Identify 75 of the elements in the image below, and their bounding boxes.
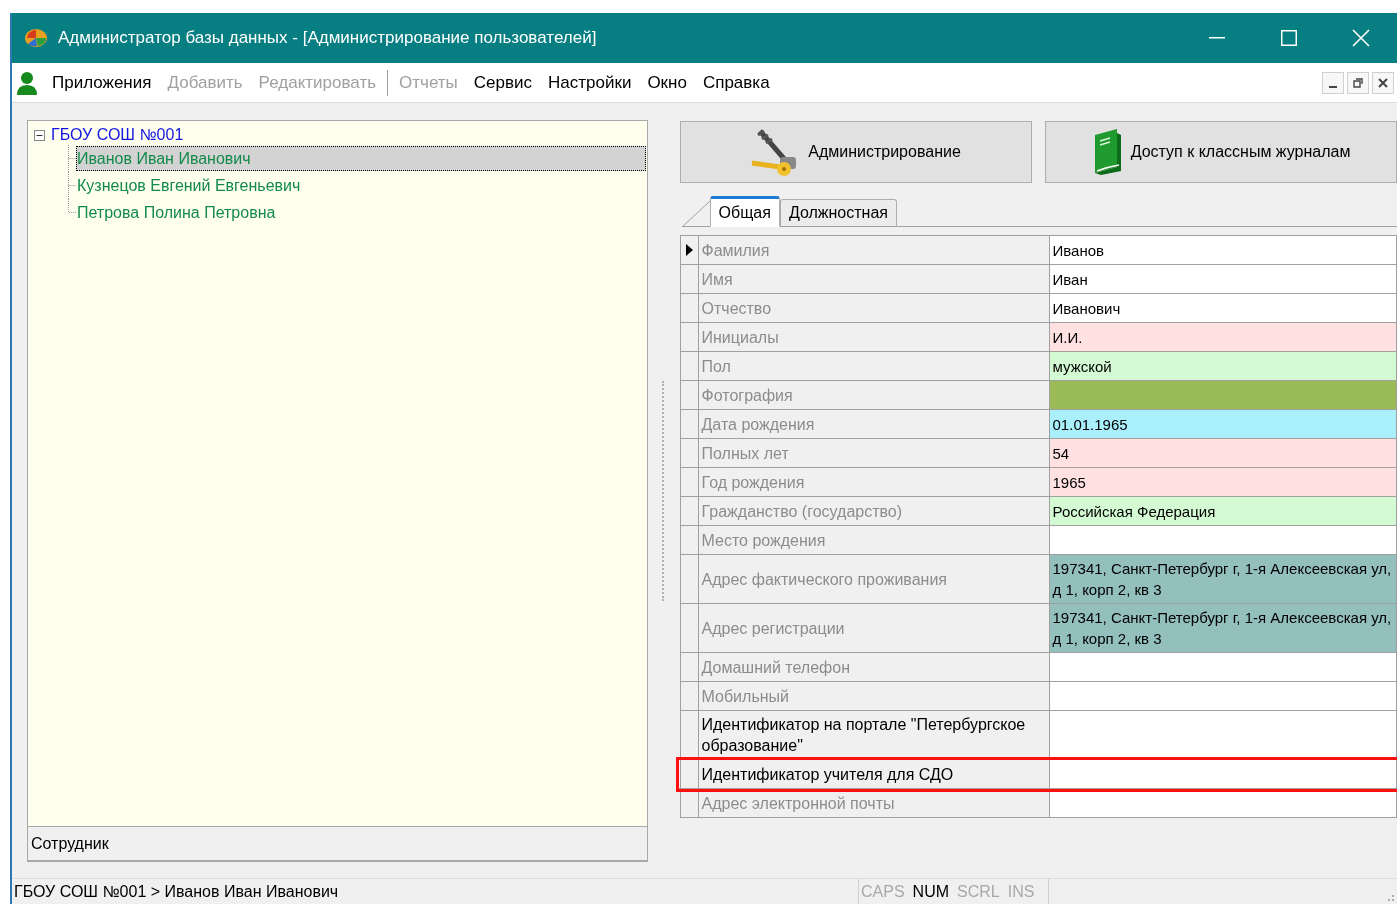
status-indicator: NUM xyxy=(912,881,949,902)
grid-row[interactable]: Идентификатор учителя для СДО xyxy=(678,760,1397,789)
tree-footer: Сотрудник xyxy=(28,826,647,862)
maximize-icon xyxy=(1281,30,1297,46)
menu-item[interactable]: Окно xyxy=(639,69,695,96)
tree-node[interactable]: Петрова Полина Петровна xyxy=(76,200,646,225)
property-value[interactable]: И.И. xyxy=(1049,323,1396,351)
property-label: Идентификатор учителя для СДО xyxy=(698,760,1050,788)
collapse-icon[interactable] xyxy=(34,129,45,141)
property-value[interactable]: 54 xyxy=(1049,439,1396,467)
grid-row[interactable]: Имя Иван xyxy=(680,265,1396,294)
property-value[interactable]: 197341, Санкт-Петербург г, 1-я Алексеевская ул, д 1, корп 2, кв 3 xyxy=(1049,604,1396,652)
grid-row[interactable]: Дата рождения 01.01.1965 xyxy=(680,410,1396,439)
grid-row[interactable]: Инициалы И.И. xyxy=(680,323,1396,352)
grid-row[interactable]: Адрес фактического проживания 197341, Санкт-Петербург г, 1-я Алексеевская ул, д 1, корп 2, кв 3 xyxy=(680,555,1396,604)
property-value[interactable]: Российская Федерация xyxy=(1049,497,1396,525)
grid-row[interactable]: Идентификатор на портале "Петербургское образование" xyxy=(680,711,1396,760)
grid-row[interactable]: Адрес регистрации 197341, Санкт-Петербург г, 1-я Алексеевская ул, д 1, корп 2, кв 3 xyxy=(680,604,1396,653)
property-label: Дата рождения xyxy=(698,410,1050,438)
property-value[interactable]: 01.01.1965 xyxy=(1049,410,1396,438)
tab[interactable]: Должностная xyxy=(779,199,897,227)
property-label: Место рождения xyxy=(698,526,1050,554)
current-row-icon xyxy=(685,244,693,256)
property-value[interactable]: 197341, Санкт-Петербург г, 1-я Алексеевская ул, д 1, корп 2, кв 3 xyxy=(1049,555,1396,603)
row-header[interactable] xyxy=(680,236,699,264)
property-label: Инициалы xyxy=(698,323,1050,351)
tab[interactable]: Общая xyxy=(709,196,780,227)
property-label: Гражданство (государство) xyxy=(698,497,1050,525)
menu-item[interactable]: Приложения xyxy=(44,69,160,96)
minimize-icon xyxy=(1209,37,1225,39)
status-path: ГБОУ СОШ №001 > Иванов Иван Иванович xyxy=(13,881,340,902)
property-label: Адрес регистрации xyxy=(698,604,1050,652)
property-label: Идентификатор на портале "Петербургское образование" xyxy=(698,711,1050,759)
property-label: Пол xyxy=(698,352,1050,380)
property-label: Фамилия xyxy=(698,236,1050,264)
property-label: Имя xyxy=(698,265,1050,293)
grid-row[interactable]: Фамилия Иванов xyxy=(680,236,1396,265)
property-label: Отчество xyxy=(698,294,1050,322)
tab-edge-line xyxy=(681,199,710,227)
status-indicator: CAPS xyxy=(861,881,905,902)
window-title: Администратор базы данных - [Администрирование пользователей] xyxy=(58,27,597,50)
tree-node[interactable]: Кузнецов Евгений Евгеньевич xyxy=(76,173,646,198)
close-icon xyxy=(1352,29,1370,47)
property-label: Полных лет xyxy=(698,439,1050,467)
property-label: Домашний телефон xyxy=(698,653,1050,681)
property-label: Адрес фактического проживания xyxy=(698,555,1050,603)
color-fill[interactable] xyxy=(1049,381,1396,409)
mdi-close-button[interactable] xyxy=(1372,71,1394,94)
property-label: Фотография xyxy=(698,381,1050,409)
splitter-handle[interactable] xyxy=(662,380,666,601)
grid-row[interactable]: Пол мужской xyxy=(680,352,1396,381)
menu-item[interactable]: Справка xyxy=(694,69,778,96)
property-label: Мобильный xyxy=(698,682,1050,710)
grid-row[interactable]: Гражданство (государство) Российская Федерация xyxy=(680,497,1396,526)
menu-item[interactable]: Настройки xyxy=(540,69,640,96)
status-indicator: INS xyxy=(1007,881,1035,902)
grid-row[interactable]: Отчество Иванович xyxy=(680,294,1396,323)
minimize-icon xyxy=(1329,85,1337,88)
resize-grip-icon[interactable] xyxy=(1385,892,1395,902)
grid-row[interactable]: Год рождения 1965 xyxy=(680,468,1396,497)
property-value[interactable]: мужской xyxy=(1049,352,1396,380)
tree-node[interactable]: ГБОУ СОШ №001 xyxy=(51,123,184,147)
user-icon xyxy=(16,70,38,95)
mdi-minimize-button[interactable] xyxy=(1322,71,1344,94)
mdi-restore-button[interactable] xyxy=(1347,71,1369,94)
close-icon xyxy=(1378,77,1388,88)
property-label: Год рождения xyxy=(698,468,1050,496)
app-logo-icon xyxy=(24,27,48,49)
grid-row[interactable]: Полных лет 54 xyxy=(680,439,1396,468)
property-value[interactable]: 1965 xyxy=(1049,468,1396,496)
status-indicator: SCRL xyxy=(957,881,1000,902)
toolbar-button[interactable]: Администрирование xyxy=(679,121,1032,183)
restore-icon xyxy=(1353,77,1363,88)
toolbar-button[interactable]: Доступ к классным журналам xyxy=(1044,121,1397,183)
menu-item[interactable]: Сервис xyxy=(465,69,541,96)
